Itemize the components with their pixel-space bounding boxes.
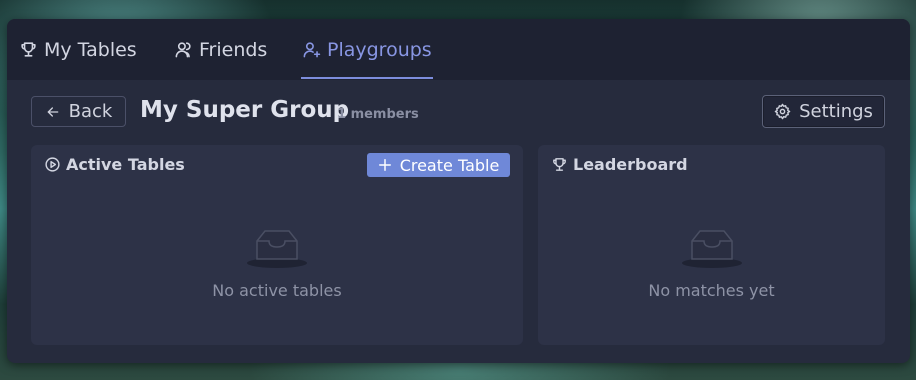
- tab-my-tables[interactable]: My Tables: [19, 19, 137, 80]
- settings-button[interactable]: Settings: [762, 95, 885, 128]
- tab-label: Playgroups: [327, 38, 432, 61]
- users-icon: [175, 42, 191, 58]
- tab-playgroups[interactable]: Playgroups: [302, 19, 432, 80]
- tab-label: Friends: [199, 38, 268, 61]
- empty-text: No active tables: [212, 281, 342, 300]
- active-tab-indicator: [301, 77, 433, 79]
- empty-inbox-icon: [681, 230, 742, 268]
- gear-icon: [774, 103, 791, 120]
- create-table-label: Create Table: [399, 155, 500, 175]
- create-table-button[interactable]: Create Table: [367, 153, 510, 177]
- back-label: Back: [68, 101, 113, 122]
- users-plus-icon: [303, 42, 321, 58]
- trophy-icon: [21, 42, 36, 57]
- playgroup-window: My Tables Friends Playgroups Back My Sup…: [7, 19, 910, 363]
- empty-state: No active tables: [31, 227, 523, 300]
- empty-text: No matches yet: [648, 281, 775, 300]
- play-circle-icon: [45, 157, 60, 172]
- tab-friends[interactable]: Friends: [174, 19, 267, 80]
- back-button[interactable]: Back: [31, 96, 126, 127]
- active-tables-header: Active Tables: [44, 155, 185, 174]
- empty-inbox-icon: [247, 230, 307, 268]
- trophy-icon: [553, 158, 566, 171]
- leaderboard-panel: Leaderboard No matches yet: [538, 145, 885, 345]
- settings-label: Settings: [799, 101, 873, 122]
- arrow-left-icon: [47, 106, 58, 117]
- tab-bar: My Tables Friends Playgroups: [7, 19, 910, 80]
- tab-label: My Tables: [44, 38, 137, 61]
- plus-icon: [378, 159, 391, 171]
- leaderboard-title: Leaderboard: [573, 155, 688, 174]
- leaderboard-header: Leaderboard: [551, 155, 688, 174]
- page-title: My Super Group: [140, 97, 350, 123]
- member-count: 1 members: [337, 107, 419, 122]
- active-tables-panel: Active Tables Create Table No active tab…: [31, 145, 523, 345]
- empty-state: No matches yet: [538, 227, 885, 300]
- active-tables-title: Active Tables: [66, 155, 185, 174]
